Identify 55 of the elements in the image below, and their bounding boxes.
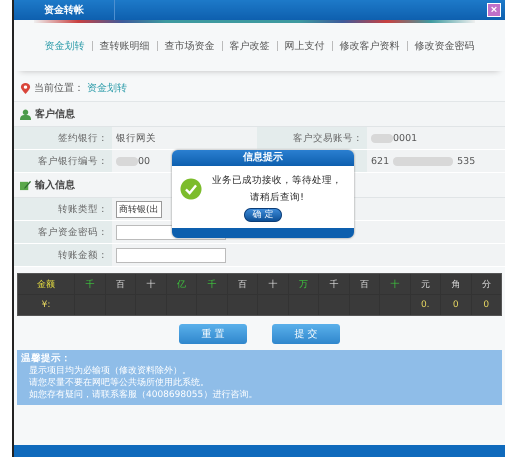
field-value: 银行网关 [116,132,156,144]
location-pin-icon [20,82,31,94]
field-value: 535 [457,156,476,166]
field-value: 0001 [393,132,418,144]
edit-icon [20,180,31,190]
table-cell: 0. [410,295,440,315]
table-header-cell: 十 [258,274,288,294]
nav-link[interactable]: 查市场资金 [164,39,214,53]
table-header-cell: 千 [319,274,348,294]
dialog-message: 业务已成功接收，等待处理，请稍后查询! [211,174,343,205]
field-label: 转账金额： [58,248,108,262]
table-cell: 0 [472,295,501,315]
table-header-cell: 亿 [166,274,196,294]
field-label: 客户资金密码： [38,226,108,238]
table-header-cell: 万 [288,274,318,294]
table-header-cell: 元 [410,274,440,294]
nav-link[interactable]: 客户改签 [230,39,270,53]
table-header-cell: 十 [136,274,166,294]
breadcrumb-label: 当前位置： [34,82,84,95]
dialog-title: 信息提示 [172,150,354,166]
tip-text: 显示项目均为必输项（修改资料除外）。 [28,365,192,377]
transfer-type-select[interactable]: 商转银(出 [116,200,162,218]
table-header-cell: 千 [75,274,104,294]
masked-text [393,156,454,166]
person-icon [20,108,31,120]
section-title: 客户信息 [35,107,75,121]
tip-text: 如您存有疑问，请联系客服（4008698055）进行咨询。 [28,389,258,401]
table-header-cell: 分 [472,274,501,294]
masked-text [116,156,138,166]
section-title: 输入信息 [35,178,75,192]
table-header-cell: 百 [106,274,135,294]
tips-title: 温馨提示： [21,352,72,365]
table-header-cell: 金额 [18,274,74,294]
nav-link[interactable]: 网上支付 [284,39,324,53]
check-icon [180,178,202,200]
tip-text: 请您尽量不要在网吧等公共场所使用此系统。 [28,377,210,389]
field-label: 签约银行： [58,132,108,144]
field-label: 客户交易账号： [293,132,363,144]
table-header-cell: 百 [350,274,379,294]
masked-text [371,134,393,142]
table-cell: ¥: [18,295,74,315]
nav-link[interactable]: 修改客户资料 [340,39,400,53]
field-value: 621 [371,156,390,166]
nav-link[interactable]: 修改资金密码 [414,39,474,53]
field-label: 转账类型： [58,202,108,216]
field-label: 客户银行编号： [38,154,108,168]
confirm-button[interactable]: 确 定 [244,208,282,222]
nav-link[interactable]: 查转账明细 [100,39,150,53]
table-header-cell: 千 [197,274,226,294]
input-field[interactable] [116,248,226,262]
table-header-cell: 十 [380,274,410,294]
table-header-cell: 角 [441,274,470,294]
table-header-cell: 百 [228,274,257,294]
field-value: 00 [138,156,150,166]
table-cell: 0 [441,295,470,315]
